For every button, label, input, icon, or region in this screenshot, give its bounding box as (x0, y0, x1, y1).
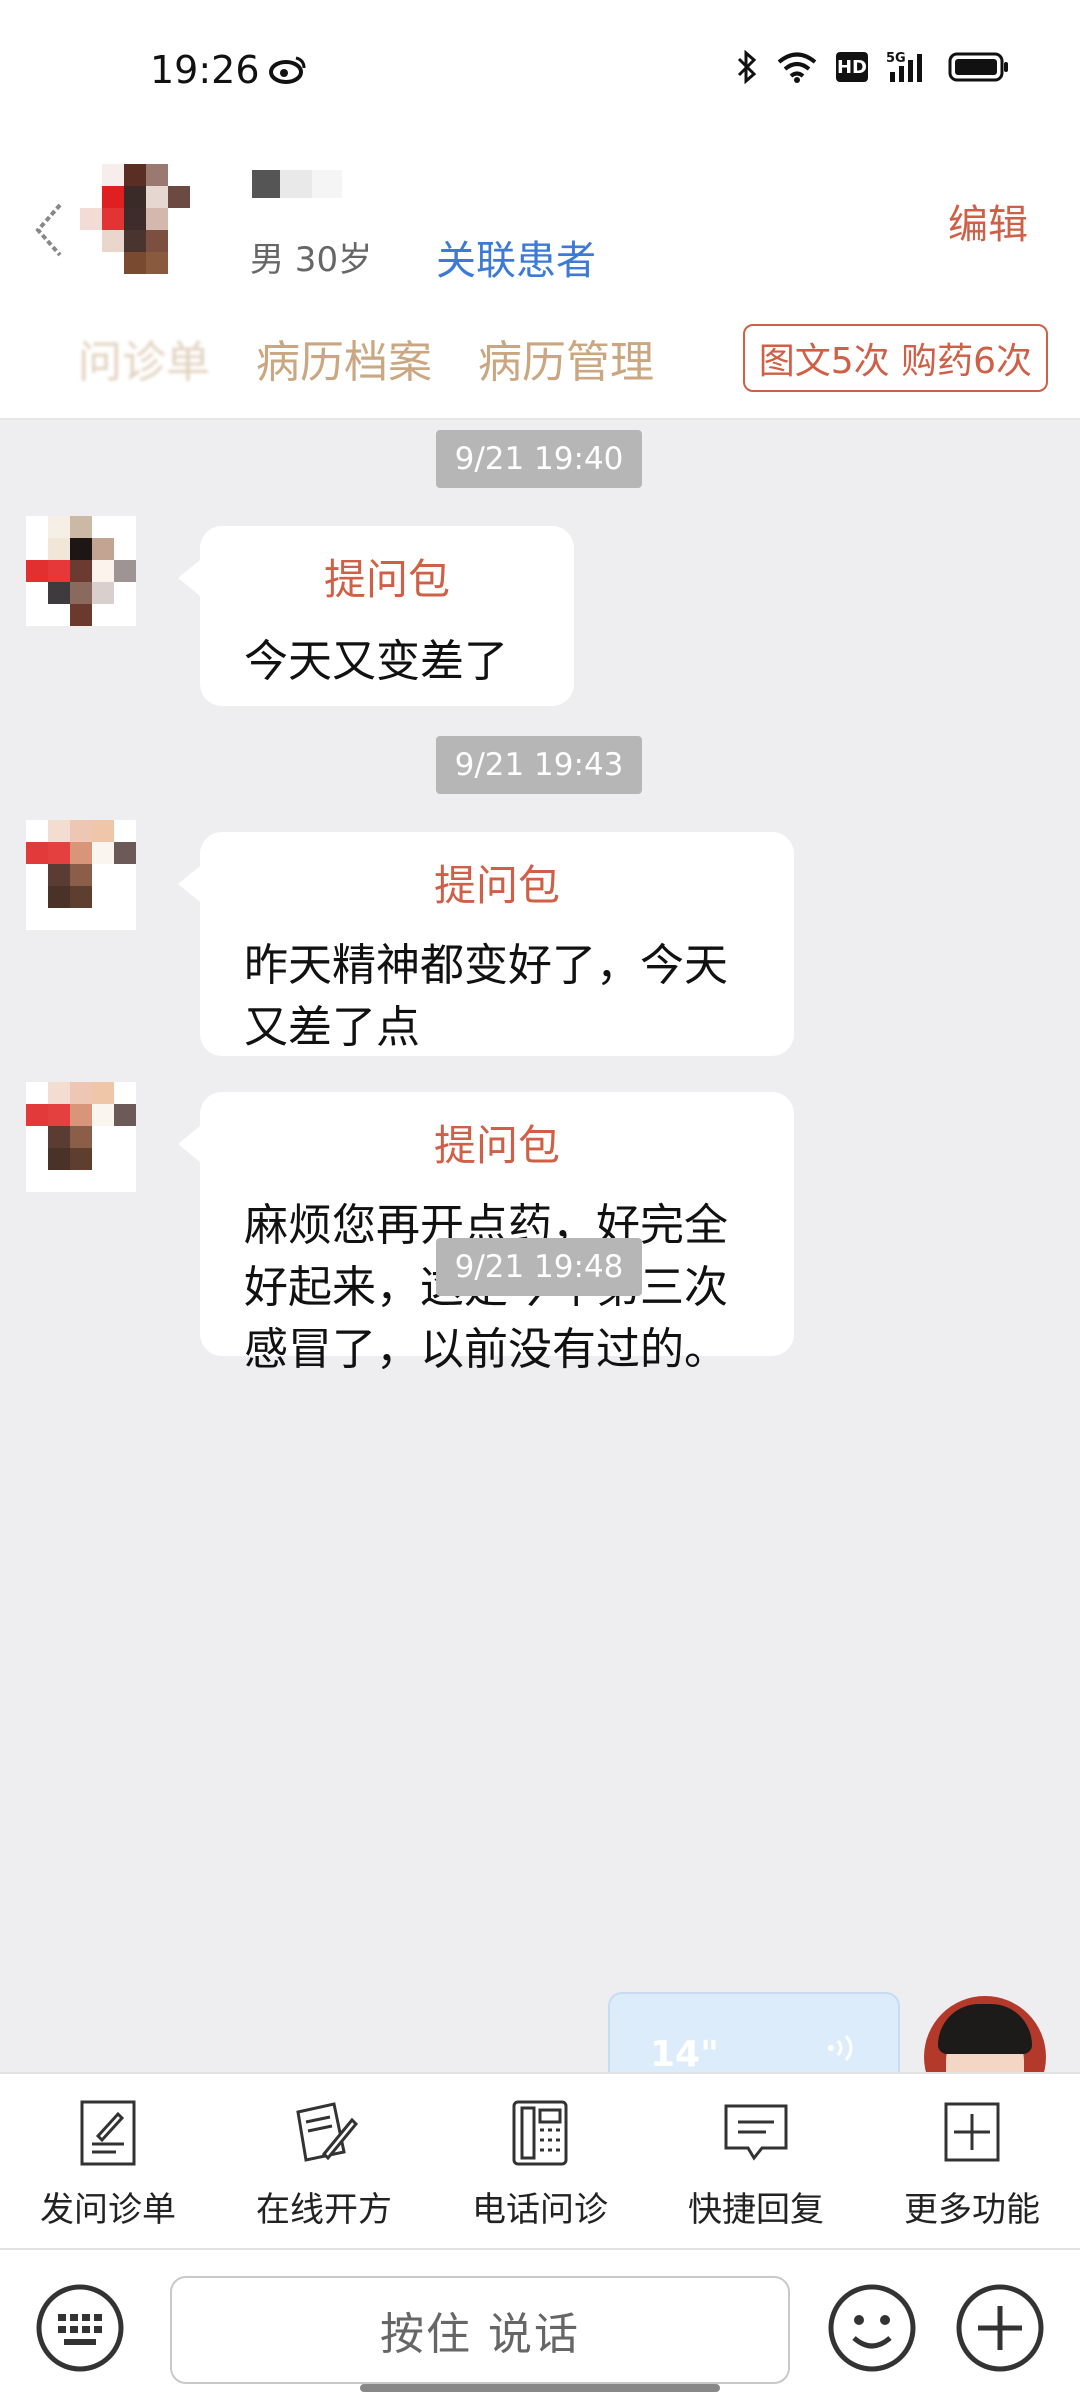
signal-5g-label: 5G (886, 51, 906, 66)
hold-to-talk-button[interactable]: 按住 说话 (170, 2276, 790, 2384)
message-title: 提问包 (323, 555, 450, 604)
phone-icon (512, 2100, 568, 2166)
emoji-icon[interactable] (826, 2282, 918, 2374)
weibo-icon (269, 56, 306, 84)
message-bubble[interactable]: 提问包 昨天精神都变好了，今天又差了点 (178, 832, 794, 1056)
timestamp: 9/21 19:40 (436, 430, 642, 488)
function-label: 电话问诊 (472, 2190, 608, 2230)
chat-area[interactable]: 9/21 19:40 提问包 今天又变差了 9/21 19:43 提问包 昨天精… (0, 420, 1080, 2072)
hd-icon: HD (836, 52, 868, 82)
message-bubble[interactable]: 提问包 今天又变差了 (178, 526, 574, 706)
more-functions-button[interactable]: 更多功能 (864, 2074, 1080, 2248)
function-label: 更多功能 (904, 2190, 1040, 2230)
function-label: 在线开方 (256, 2190, 392, 2230)
patient-header: 男 30岁 关联患者 编辑 问诊单 病历档案 病历管理 图文5次 购药6次 (0, 140, 1080, 420)
bluetooth-icon (737, 50, 757, 84)
function-label: 快捷回复 (688, 2190, 824, 2230)
timestamp: 9/21 19:48 (436, 1238, 642, 1296)
doctor-hair (938, 2004, 1032, 2054)
phone-consult-button[interactable]: 电话问诊 (432, 2074, 648, 2248)
service-quota-badge[interactable]: 图文5次 购药6次 (742, 324, 1048, 392)
tab-medical-archive[interactable]: 病历档案 (256, 326, 432, 390)
status-time: 19:26 (150, 48, 260, 92)
link-patient-button[interactable]: 关联患者 (436, 228, 596, 286)
battery-icon (948, 52, 1008, 82)
patient-tabs: 问诊单 病历档案 病历管理 (78, 326, 654, 390)
patient-avatar[interactable] (26, 820, 136, 930)
patient-avatar[interactable] (26, 1082, 136, 1192)
prescription-icon (296, 2102, 359, 2162)
patient-name-blurred (252, 170, 342, 198)
signal-5g-icon: 5G (886, 51, 922, 82)
function-bar: 发问诊单 在线开方 电话问诊 快捷回复 更多功能 (0, 2072, 1080, 2250)
voice-duration: 14" (650, 2034, 719, 2075)
message-text: 昨天精神都变好了，今天又差了点 (244, 940, 728, 1053)
status-bar: 19:26 HD 5G (0, 0, 1080, 140)
quick-reply-icon (724, 2104, 788, 2161)
form-icon (80, 2100, 136, 2166)
quick-reply-button[interactable]: 快捷回复 (648, 2074, 864, 2248)
patient-avatar[interactable] (80, 164, 190, 274)
online-prescription-button[interactable]: 在线开方 (216, 2074, 432, 2248)
tab-consult-form[interactable]: 问诊单 (78, 326, 210, 390)
send-consult-form-button[interactable]: 发问诊单 (0, 2074, 216, 2248)
message-bubble[interactable]: 提问包 麻烦您再开点药，好完全好起来，这是今年第三次感冒了，以前没有过的。 (178, 1092, 794, 1375)
patient-gender-age: 男 30岁 (250, 240, 373, 280)
input-bar: 按住 说话 (0, 2250, 1080, 2400)
patient-avatar[interactable] (26, 516, 136, 626)
edit-button[interactable]: 编辑 (948, 192, 1028, 250)
home-indicator[interactable] (360, 2384, 720, 2392)
timestamp: 9/21 19:43 (436, 736, 642, 794)
message-title: 提问包 (433, 1121, 560, 1170)
plus-icon[interactable] (954, 2282, 1046, 2374)
message-text: 今天又变差了 (244, 636, 508, 687)
function-label: 发问诊单 (40, 2190, 176, 2230)
voice-wave-icon (828, 2035, 853, 2061)
back-icon[interactable] (30, 195, 70, 265)
keyboard-icon[interactable] (34, 2282, 126, 2374)
more-icon (944, 2102, 1000, 2162)
status-icons: HD 5G (736, 50, 1010, 84)
tab-medical-management[interactable]: 病历管理 (478, 326, 654, 390)
wifi-icon (777, 52, 817, 83)
message-title: 提问包 (433, 861, 560, 910)
